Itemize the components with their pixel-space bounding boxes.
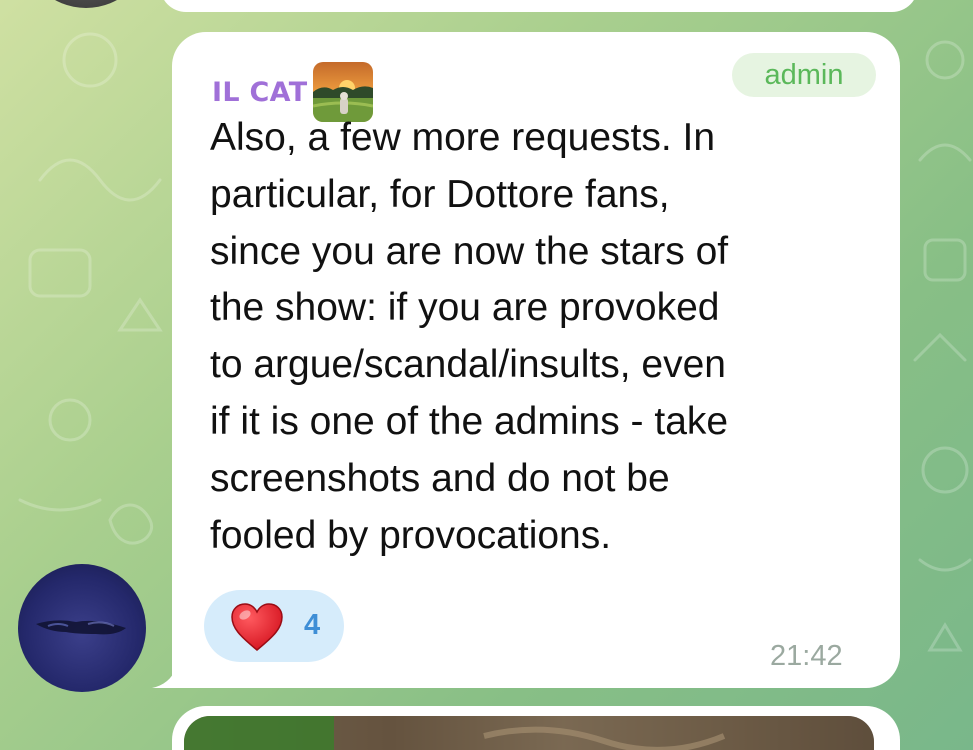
message-text: Also, a few more requests. In particular… — [210, 116, 729, 557]
photo-content — [184, 716, 874, 750]
sender-name[interactable]: IL CAT — [212, 77, 307, 108]
sender-avatar[interactable] — [18, 564, 146, 692]
previous-message-bubble[interactable] — [160, 0, 918, 12]
reaction-chip[interactable]: 4 — [204, 590, 344, 662]
admin-badge: admin — [732, 53, 876, 97]
previous-sender-avatar[interactable] — [22, 0, 150, 8]
next-message-photo[interactable] — [184, 716, 874, 750]
red-heart-icon — [231, 603, 283, 651]
reaction-count: 4 — [304, 609, 321, 641]
message-time: 21:42 — [770, 640, 843, 672]
avatar-image — [36, 620, 126, 635]
